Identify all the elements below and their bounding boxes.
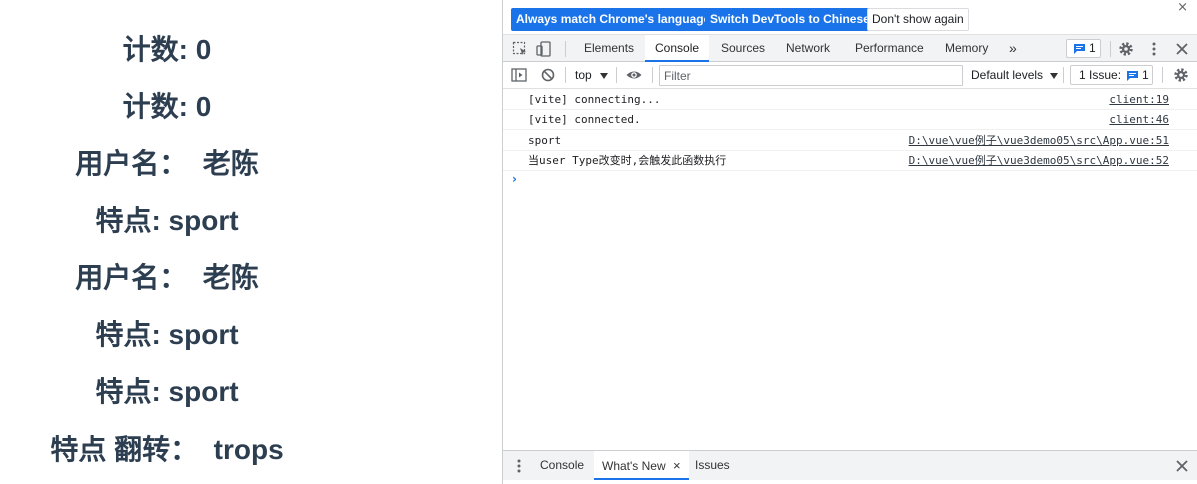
console-toolbar: top Default levels 1 Issue: 1 (503, 62, 1197, 89)
message-icon (1073, 43, 1086, 58)
console-message: sport D:\vue\vue例子\vue3demo05\src\App.vu… (503, 131, 1197, 151)
username-text: 用户名： 老陈 (75, 262, 259, 293)
log-text: [vite] connected. (528, 113, 641, 126)
infobar-close-icon[interactable]: × (1177, 0, 1188, 15)
feature-text: 特点: sport (95, 376, 239, 407)
tab-console[interactable]: Console (645, 35, 710, 62)
console-message: [vite] connected. client:46 (503, 110, 1197, 130)
drawer-tab-whats-new-label: What's New (602, 459, 666, 473)
feature-text: 特点: sport (95, 205, 239, 236)
log-source-link[interactable]: D:\vue\vue例子\vue3demo05\src\App.vue:51 (909, 131, 1169, 151)
log-text: 当user Type改变时,会触发此函数执行 (528, 154, 727, 167)
context-selector[interactable]: top (575, 62, 609, 89)
log-source-link[interactable]: D:\vue\vue例子\vue3demo05\src\App.vue:52 (909, 151, 1169, 171)
tab-network[interactable]: Network (786, 35, 830, 62)
reversed-feature-text: 特点 翻转： trops (50, 434, 284, 465)
count-text: 计数: 0 (122, 34, 212, 65)
log-source-link[interactable]: client:46 (1109, 110, 1169, 130)
drawer-tab-issues[interactable]: Issues (695, 451, 730, 480)
clear-console-icon[interactable] (539, 66, 557, 84)
filter-input[interactable] (659, 65, 963, 86)
chevron-down-icon (1050, 62, 1059, 89)
drawer-tab-close-icon[interactable]: × (673, 458, 681, 473)
console-settings-gear-icon[interactable] (1172, 66, 1190, 84)
drawer-close-icon[interactable] (1173, 457, 1191, 475)
drawer-tab-whats-new[interactable]: What's New × (594, 451, 689, 480)
issues-badge-count: 1 (1089, 41, 1096, 55)
console-issues-button[interactable]: 1 Issue: 1 (1070, 65, 1153, 85)
count-text: 计数: 0 (122, 91, 212, 122)
issues-badge[interactable]: 1 (1066, 39, 1101, 58)
tab-memory[interactable]: Memory (945, 35, 988, 62)
eye-icon[interactable] (625, 66, 643, 84)
issues-label: 1 Issue: (1079, 68, 1122, 82)
log-text: sport (528, 134, 562, 147)
tab-performance[interactable]: Performance (855, 35, 924, 62)
console-log-area: [vite] connecting... client:19 [vite] co… (503, 89, 1197, 450)
drawer-tabbar: Console What's New × Issues (503, 450, 1197, 480)
dont-show-again-button[interactable]: Don't show again (867, 8, 969, 31)
close-icon[interactable] (1173, 40, 1191, 58)
sidebar-toggle-icon[interactable] (510, 66, 528, 84)
switch-to-chinese-button[interactable]: Switch DevTools to Chinese (705, 8, 875, 31)
tab-elements[interactable]: Elements (584, 35, 634, 62)
message-icon (1126, 69, 1139, 87)
chevron-down-icon (600, 62, 609, 89)
log-levels-label: Default levels (971, 68, 1044, 82)
log-source-link[interactable]: client:19 (1109, 90, 1169, 110)
kebab-menu-icon[interactable] (1145, 40, 1163, 58)
feature-text: 特点: sport (95, 319, 239, 350)
match-language-button[interactable]: Always match Chrome's language (511, 8, 716, 31)
issues-count: 1 (1142, 68, 1149, 82)
device-toolbar-icon[interactable] (535, 40, 553, 58)
language-infobar: Always match Chrome's language Switch De… (503, 0, 1197, 34)
console-message: [vite] connecting... client:19 (503, 90, 1197, 110)
context-label: top (575, 68, 592, 82)
inspect-element-icon[interactable] (511, 40, 529, 58)
log-text: [vite] connecting... (528, 93, 661, 106)
drawer-tab-console[interactable]: Console (540, 451, 584, 480)
console-prompt-icon[interactable]: › (512, 172, 517, 186)
devtools-panel: Always match Chrome's language Switch De… (502, 0, 1197, 484)
more-tabs-icon[interactable]: » (1009, 35, 1017, 62)
drawer-menu-icon[interactable] (510, 457, 528, 475)
settings-gear-icon[interactable] (1117, 40, 1135, 58)
devtools-main-toolbar: Elements Console Sources Network Perform… (503, 34, 1197, 62)
log-levels-dropdown[interactable]: Default levels (971, 62, 1059, 89)
app-page: 计数: 0 计数: 0 用户名： 老陈 特点: sport 用户名： 老陈 特点… (0, 0, 502, 484)
console-message: 当user Type改变时,会触发此函数执行 D:\vue\vue例子\vue3… (503, 151, 1197, 171)
drawer-content (503, 480, 1197, 484)
username-text: 用户名： 老陈 (75, 148, 259, 179)
tab-sources[interactable]: Sources (721, 35, 765, 62)
